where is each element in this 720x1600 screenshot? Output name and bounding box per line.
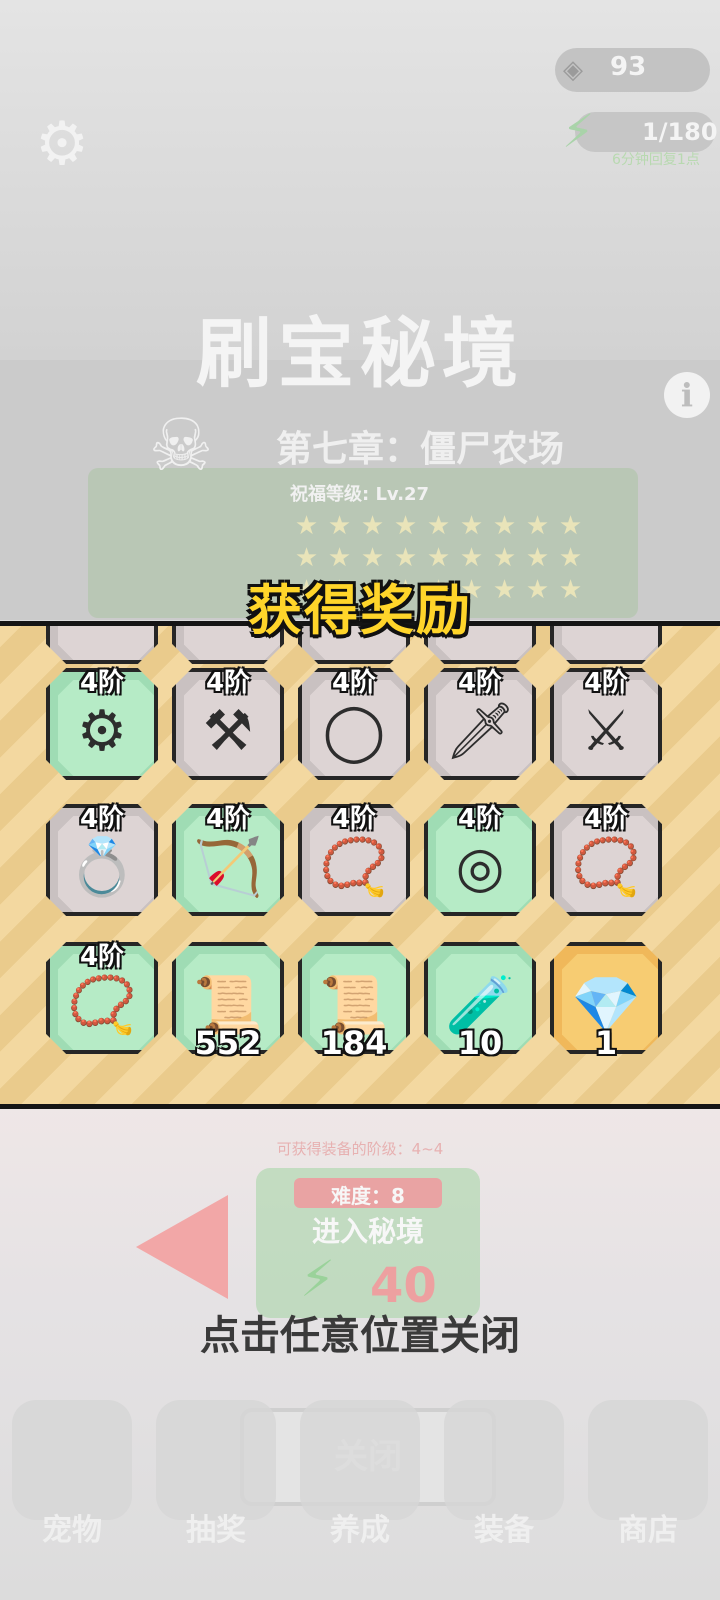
nav-label[interactable]: 养成 <box>288 1505 432 1549</box>
reward-item[interactable]: ⚙ 4阶 <box>46 668 158 780</box>
item-tier: 4阶 <box>79 668 125 698</box>
reward-item[interactable]: 📿 4阶 <box>46 942 158 1054</box>
item-quantity: 552 <box>194 1024 262 1062</box>
dark-necklace-icon: 📿 <box>571 835 641 900</box>
star-icon: ★ <box>360 511 385 541</box>
item-tier: 4阶 <box>205 668 251 698</box>
tap-to-close-hint[interactable]: 点击任意位置关闭 <box>0 1303 720 1361</box>
crystal-ring-icon: 💍 <box>67 835 137 900</box>
upgrade-icon[interactable] <box>300 1400 420 1520</box>
star-icon: ★ <box>294 511 319 541</box>
reward-item[interactable]: 📜 184 <box>298 942 410 1062</box>
reward-panel: ⚙ 4阶 ⚒ 4阶 ◯ 4阶 🗡 4阶 ⚔ 4阶 💍 4阶 🏹 4阶 📿 4阶 ◎ 4阶 📿 4阶 📿 4阶 📜 552 📜 18… <box>0 621 720 1109</box>
energy-regen-text: 6分钟回复1点 <box>612 152 700 168</box>
gear-icon[interactable]: ⚙ <box>30 112 94 176</box>
tier-range-text: 可获得装备的阶级：4~4 <box>276 1140 444 1158</box>
rope-necklace-icon: 📿 <box>319 835 389 900</box>
item-tier: 4阶 <box>583 804 629 834</box>
reward-item[interactable]: 🗡 4阶 <box>424 668 536 780</box>
star-icon: ★ <box>327 511 352 541</box>
reward-item[interactable]: 🏹 4阶 <box>172 804 284 916</box>
twin-katana-icon: ⚔ <box>580 699 632 764</box>
chapter-title: 第七章：僵尸农场 <box>276 429 565 470</box>
reward-banner: 获得奖励 <box>248 579 472 642</box>
shop-icon[interactable] <box>588 1400 708 1520</box>
item-tier: 4阶 <box>583 668 629 698</box>
item-tier: 4阶 <box>457 804 503 834</box>
nav-label[interactable]: 装备 <box>432 1505 576 1549</box>
star-icon: ★ <box>459 511 484 541</box>
star-icon: ★ <box>426 511 451 541</box>
item-tier: 4阶 <box>457 668 503 698</box>
item-tier: 4阶 <box>79 942 125 972</box>
reward-item[interactable]: 💍 4阶 <box>46 804 158 916</box>
rope-necklace-icon: 📿 <box>67 973 137 1038</box>
page-title: 刷宝秘境 <box>196 309 524 398</box>
nav-label[interactable]: 宠物 <box>0 1505 144 1549</box>
item-tier: 4阶 <box>331 804 377 834</box>
sword-icon[interactable] <box>444 1400 564 1520</box>
skull-icon: ☠ <box>148 403 214 487</box>
chest-icon[interactable] <box>156 1400 276 1520</box>
item-quantity: 1 <box>594 1024 618 1062</box>
item-quantity: 184 <box>320 1024 388 1062</box>
bless-level: 祝福等级: Lv.27 <box>290 484 430 505</box>
vine-ring-icon: ◎ <box>455 835 505 900</box>
info-icon[interactable]: i <box>664 372 710 418</box>
gem-count: 93 <box>610 52 647 82</box>
reward-item[interactable]: 📜 552 <box>172 942 284 1062</box>
energy-count: 1/180 <box>642 118 718 146</box>
reward-item[interactable]: ⚒ 4阶 <box>172 668 284 780</box>
gem-icon: ◈ <box>563 55 583 85</box>
reward-item[interactable]: ◯ 4阶 <box>298 668 410 780</box>
egg-icon[interactable] <box>12 1400 132 1520</box>
lightning-icon: ⚡ <box>300 1250 336 1308</box>
reward-item[interactable]: 📿 4阶 <box>550 804 662 916</box>
nav-label[interactable]: 抽奖 <box>144 1505 288 1549</box>
reward-item[interactable]: 💎 1 <box>550 942 662 1062</box>
saw-chain-necklace-icon: ⚙ <box>76 699 128 764</box>
difficulty-text: 难度：8 <box>331 1184 405 1208</box>
star-icon: ★ <box>393 511 418 541</box>
lightning-icon: ⚡ <box>562 104 595 158</box>
star-icon: ★ <box>558 511 583 541</box>
star-icon: ★ <box>525 511 550 541</box>
reward-item[interactable]: ⚔ 4阶 <box>550 668 662 780</box>
water-ring-icon: ◯ <box>322 699 386 764</box>
item-tier: 4阶 <box>331 668 377 698</box>
item-tier: 4阶 <box>79 804 125 834</box>
item-quantity: 10 <box>457 1024 503 1062</box>
reward-item[interactable]: 📿 4阶 <box>298 804 410 916</box>
twin-axes-icon: ⚒ <box>202 699 254 764</box>
enter-realm-button[interactable]: 进入秘境 <box>256 1210 480 1250</box>
broad-sword-icon: 🗡 <box>444 699 516 764</box>
reward-item[interactable]: ◎ 4阶 <box>424 804 536 916</box>
prev-arrow-icon[interactable] <box>136 1195 228 1299</box>
star-icon: ★ <box>492 511 517 541</box>
crossbow-icon: 🏹 <box>193 835 263 900</box>
nav-label[interactable]: 商店 <box>576 1505 720 1549</box>
item-tier: 4阶 <box>205 804 251 834</box>
reward-item[interactable]: 🧪 10 <box>424 942 536 1062</box>
